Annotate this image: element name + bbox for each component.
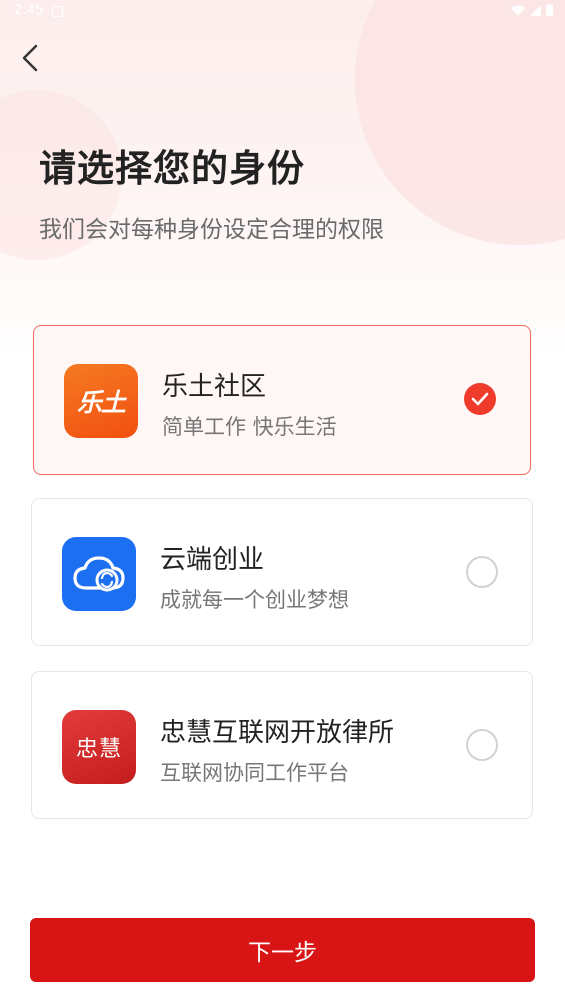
- wifi-icon: [511, 5, 525, 16]
- notification-icon: [52, 6, 63, 17]
- battery-icon: [546, 4, 553, 16]
- chevron-left-icon: [22, 44, 38, 72]
- signal-icon: [530, 4, 541, 16]
- unselected-radio[interactable]: [466, 556, 498, 588]
- cloud-sync-icon: [73, 556, 125, 592]
- zhonghui-app-icon: 忠慧: [62, 710, 136, 784]
- selected-check-radio[interactable]: [464, 383, 496, 415]
- status-bar: 2:45: [0, 0, 565, 24]
- card-desc: 互联网协同工作平台: [160, 761, 349, 785]
- identity-card-zhonghui[interactable]: 忠慧 忠慧互联网开放律所 互联网协同工作平台: [31, 671, 533, 819]
- check-icon: [471, 392, 489, 406]
- card-title: 云端创业: [160, 545, 265, 575]
- letu-app-icon: 乐土: [64, 364, 138, 438]
- card-title: 乐土社区: [162, 372, 267, 402]
- card-desc: 成就每一个创业梦想: [160, 588, 349, 612]
- card-desc: 简单工作 快乐生活: [162, 415, 337, 439]
- letu-icon-text: 乐土: [76, 388, 126, 417]
- identity-card-cloud[interactable]: 云端创业 成就每一个创业梦想: [31, 498, 533, 646]
- identity-card-letu[interactable]: 乐土 乐土社区 简单工作 快乐生活: [33, 325, 531, 475]
- next-step-button[interactable]: 下一步: [30, 918, 535, 982]
- page-title: 请选择您的身份: [39, 146, 305, 190]
- back-button[interactable]: [10, 38, 50, 78]
- status-icons: [511, 4, 553, 16]
- decorative-circle: [355, 0, 565, 245]
- unselected-radio[interactable]: [466, 729, 498, 761]
- cloud-app-icon: [62, 537, 136, 611]
- page-subtitle: 我们会对每种身份设定合理的权限: [39, 217, 384, 243]
- card-title: 忠慧互联网开放律所: [160, 718, 395, 748]
- zhonghui-icon-text: 忠慧: [75, 737, 122, 762]
- status-time: 2:45: [14, 3, 44, 18]
